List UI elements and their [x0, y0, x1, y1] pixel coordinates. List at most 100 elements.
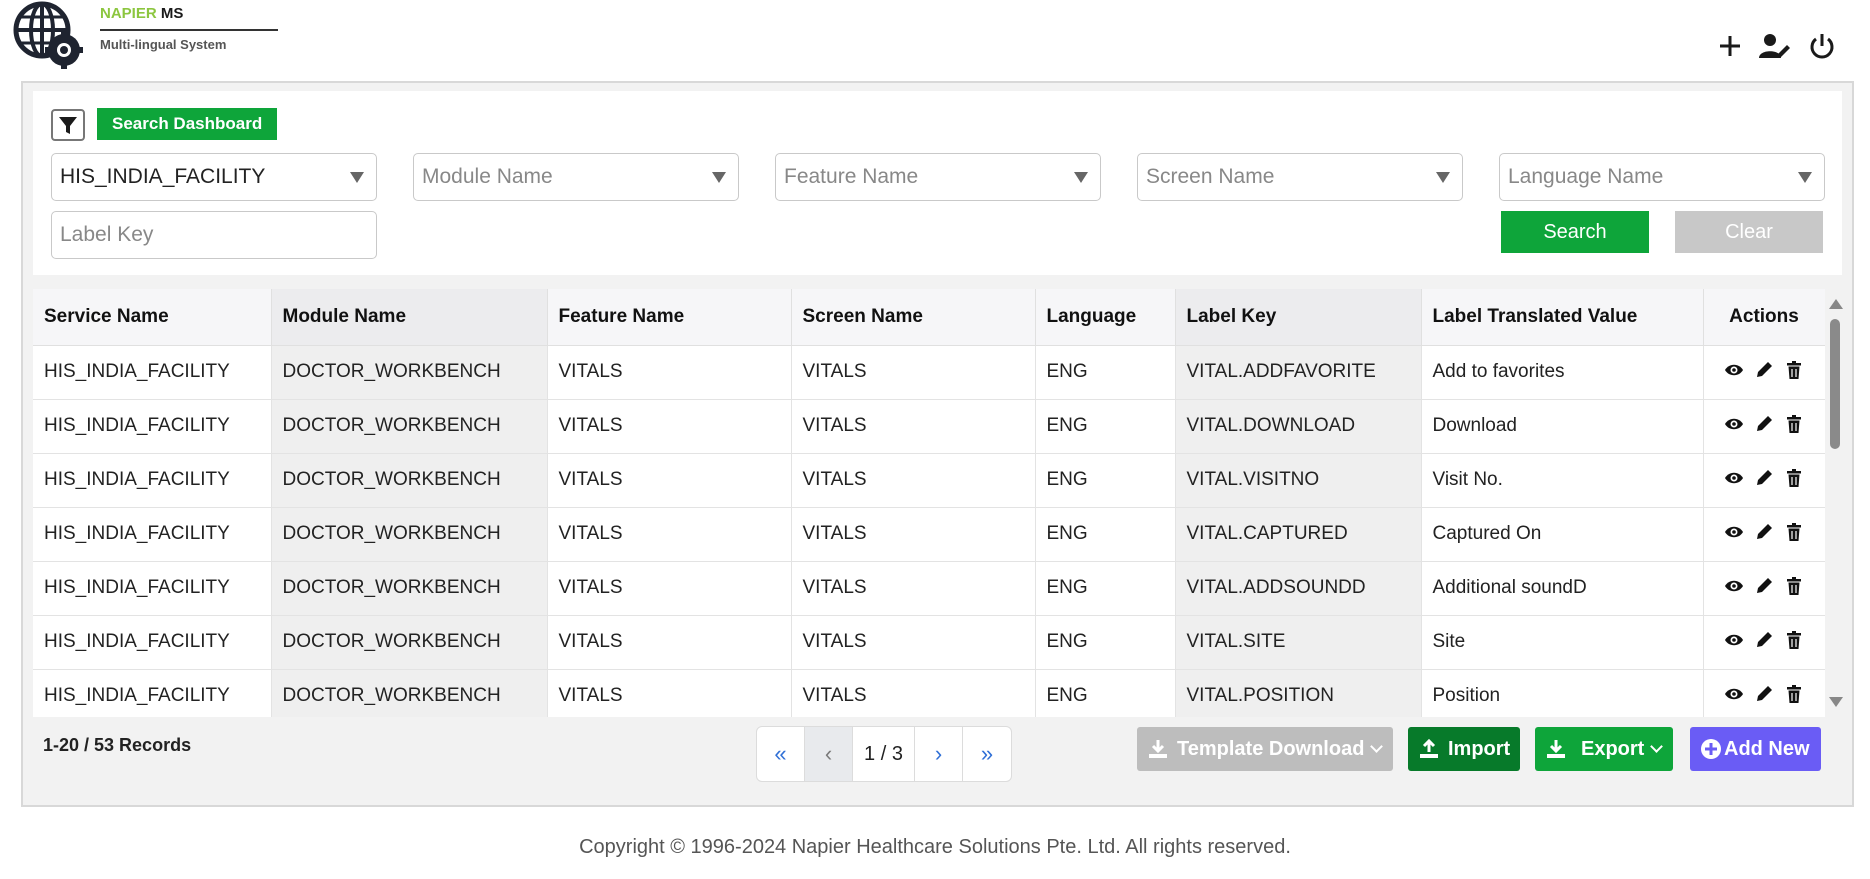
- filter-toggle-button[interactable]: [51, 109, 85, 141]
- table-cell: VITAL.SITE: [1175, 615, 1422, 670]
- records-count: 1-20 / 53 Records: [43, 735, 192, 755]
- table-cell: Add to favorites: [1421, 345, 1704, 400]
- row-actions: [1703, 615, 1825, 670]
- edit-pencil-icon[interactable]: [1754, 576, 1774, 596]
- view-eye-icon[interactable]: [1724, 522, 1744, 542]
- table-cell: ENG: [1035, 507, 1176, 562]
- delete-trash-icon[interactable]: [1784, 414, 1804, 434]
- brand-block: NAPIER MS Multi-lingual System: [100, 4, 278, 52]
- edit-pencil-icon[interactable]: [1754, 360, 1774, 380]
- table-cell: VITALS: [791, 453, 1036, 508]
- import-button[interactable]: Import: [1408, 727, 1520, 771]
- delete-trash-icon[interactable]: [1784, 684, 1804, 704]
- table-cell: HIS_INDIA_FACILITY: [33, 669, 272, 717]
- view-eye-icon[interactable]: [1724, 360, 1744, 380]
- globe-gear-logo-icon: [13, 1, 83, 69]
- service-name-select[interactable]: HIS_INDIA_FACILITY: [51, 153, 377, 201]
- power-icon[interactable]: [1806, 30, 1838, 62]
- chevron-down-icon: [712, 172, 726, 183]
- delete-trash-icon[interactable]: [1784, 630, 1804, 650]
- label-key-input[interactable]: Label Key: [51, 211, 377, 259]
- search-button[interactable]: Search: [1501, 211, 1649, 253]
- screen-name-placeholder: Screen Name: [1146, 165, 1275, 188]
- view-eye-icon[interactable]: [1724, 414, 1744, 434]
- template-download-button[interactable]: Template Download: [1137, 727, 1393, 771]
- column-header[interactable]: Feature Name: [547, 289, 792, 346]
- table-row: HIS_INDIA_FACILITY DOCTOR_WORKBENCH VITALS…: [33, 561, 1825, 616]
- brand-divider: [100, 29, 278, 31]
- edit-pencil-icon[interactable]: [1754, 630, 1774, 650]
- feature-name-select[interactable]: Feature Name: [775, 153, 1101, 201]
- chevron-down-icon: [1074, 172, 1088, 183]
- table-cell: HIS_INDIA_FACILITY: [33, 399, 272, 454]
- table-cell: DOCTOR_WORKBENCH: [271, 399, 548, 454]
- column-header[interactable]: Language: [1035, 289, 1176, 346]
- label-key-placeholder: Label Key: [60, 223, 154, 246]
- prev-page-button[interactable]: ‹: [805, 727, 853, 781]
- pagination: « ‹ 1 / 3 › »: [756, 726, 1012, 782]
- delete-trash-icon[interactable]: [1784, 522, 1804, 542]
- chevron-down-icon: [1650, 740, 1664, 753]
- table-cell: DOCTOR_WORKBENCH: [271, 669, 548, 717]
- main-card: Search Dashboard HIS_INDIA_FACILITY Modu…: [21, 81, 1854, 807]
- plus-icon[interactable]: [1714, 30, 1746, 62]
- table-cell: VITALS: [547, 669, 792, 717]
- view-eye-icon[interactable]: [1724, 576, 1744, 596]
- last-page-button[interactable]: »: [963, 727, 1011, 781]
- app-header: NAPIER MS Multi-lingual System: [0, 0, 1870, 80]
- table-cell: ENG: [1035, 615, 1176, 670]
- table-cell: Captured On: [1421, 507, 1704, 562]
- first-page-button[interactable]: «: [757, 727, 805, 781]
- column-header[interactable]: Label Translated Value: [1421, 289, 1704, 346]
- labels-table: Service Name Module Name Feature Name Sc…: [33, 289, 1825, 717]
- table-cell: ENG: [1035, 453, 1176, 508]
- column-header[interactable]: Module Name: [271, 289, 548, 346]
- column-header[interactable]: Screen Name: [791, 289, 1036, 346]
- table-cell: DOCTOR_WORKBENCH: [271, 615, 548, 670]
- row-actions: [1703, 399, 1825, 454]
- delete-trash-icon[interactable]: [1784, 468, 1804, 488]
- edit-pencil-icon[interactable]: [1754, 468, 1774, 488]
- table-row: HIS_INDIA_FACILITY DOCTOR_WORKBENCH VITALS…: [33, 399, 1825, 454]
- module-name-placeholder: Module Name: [422, 165, 553, 188]
- column-header: Actions: [1703, 289, 1825, 346]
- next-page-button[interactable]: ›: [915, 727, 963, 781]
- module-name-select[interactable]: Module Name: [413, 153, 739, 201]
- export-label: Export: [1581, 738, 1645, 760]
- table-cell: VITALS: [791, 345, 1036, 400]
- clear-button[interactable]: Clear: [1675, 211, 1823, 253]
- edit-pencil-icon[interactable]: [1754, 522, 1774, 542]
- add-new-button[interactable]: Add New: [1690, 727, 1821, 771]
- table-cell: VITALS: [791, 615, 1036, 670]
- table-cell: VITALS: [547, 615, 792, 670]
- upload-icon: [1420, 738, 1438, 758]
- scroll-up-icon[interactable]: [1829, 299, 1843, 309]
- download-icon: [1149, 740, 1167, 758]
- table-cell: VITALS: [791, 561, 1036, 616]
- delete-trash-icon[interactable]: [1784, 360, 1804, 380]
- view-eye-icon[interactable]: [1724, 468, 1744, 488]
- column-header[interactable]: Label Key: [1175, 289, 1422, 346]
- export-button[interactable]: Export: [1535, 727, 1673, 771]
- table-cell: VITAL.ADDSOUNDD: [1175, 561, 1422, 616]
- scroll-down-icon[interactable]: [1829, 697, 1843, 707]
- delete-trash-icon[interactable]: [1784, 576, 1804, 596]
- brand-subtitle: Multi-lingual System: [100, 37, 227, 52]
- language-name-select[interactable]: Language Name: [1499, 153, 1825, 201]
- table-cell: Visit No.: [1421, 453, 1704, 508]
- column-header[interactable]: Service Name: [33, 289, 272, 346]
- table-cell: VITALS: [791, 399, 1036, 454]
- screen-name-select[interactable]: Screen Name: [1137, 153, 1463, 201]
- edit-pencil-icon[interactable]: [1754, 684, 1774, 704]
- table-scrollbar[interactable]: [1825, 289, 1845, 717]
- scrollbar-thumb[interactable]: [1830, 319, 1840, 449]
- row-actions: [1703, 669, 1825, 717]
- edit-pencil-icon[interactable]: [1754, 414, 1774, 434]
- table-cell: DOCTOR_WORKBENCH: [271, 345, 548, 400]
- table-row: HIS_INDIA_FACILITY DOCTOR_WORKBENCH VITALS…: [33, 345, 1825, 400]
- view-eye-icon[interactable]: [1724, 684, 1744, 704]
- view-eye-icon[interactable]: [1724, 630, 1744, 650]
- user-edit-icon[interactable]: [1758, 30, 1790, 62]
- row-actions: [1703, 507, 1825, 562]
- table-cell: ENG: [1035, 561, 1176, 616]
